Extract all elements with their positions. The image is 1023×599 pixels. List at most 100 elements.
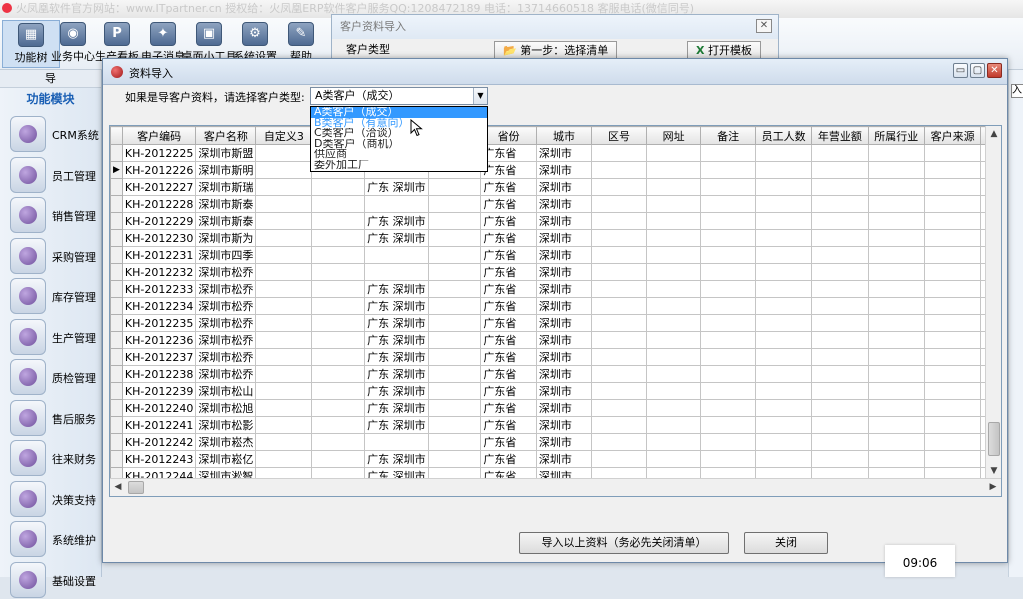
table-cell[interactable] — [700, 144, 756, 162]
table-cell[interactable]: 广东省 — [480, 212, 537, 230]
table-cell[interactable] — [591, 212, 647, 230]
module-item[interactable]: 基础设置 — [8, 561, 100, 599]
table-cell[interactable] — [311, 382, 366, 400]
table-cell[interactable] — [591, 348, 647, 366]
table-cell[interactable]: 深圳市崧杰 — [195, 433, 257, 451]
table-cell[interactable] — [923, 365, 982, 383]
table-cell[interactable] — [811, 382, 869, 400]
module-item[interactable]: 系统维护 — [8, 520, 100, 558]
table-cell[interactable]: 深圳市崧亿 — [195, 450, 257, 468]
table-cell[interactable]: 深圳市松乔 — [195, 314, 257, 332]
vertical-scrollbar[interactable]: ▲ ▼ — [985, 126, 1001, 479]
table-cell[interactable] — [754, 416, 813, 434]
dialog-title-bar[interactable]: 资料导入 ▭ ▢ ✕ — [103, 59, 1007, 85]
table-cell[interactable]: KH-2012226 — [121, 161, 197, 179]
table-row[interactable]: KH-2012241 深圳市松影 广东 深圳市 广东省 深圳市 — [110, 416, 1001, 434]
table-cell[interactable]: 广东 深圳市 — [364, 382, 429, 400]
table-cell[interactable] — [255, 399, 313, 417]
table-cell[interactable] — [311, 433, 366, 451]
table-cell[interactable] — [645, 450, 702, 468]
table-cell[interactable] — [754, 246, 813, 264]
table-cell[interactable] — [867, 280, 925, 298]
table-cell[interactable]: 广东 深圳市 — [364, 314, 429, 332]
table-cell[interactable]: 广东省 — [480, 161, 537, 179]
table-cell[interactable] — [591, 433, 647, 451]
table-cell[interactable] — [923, 246, 982, 264]
table-cell[interactable] — [811, 212, 869, 230]
table-cell[interactable] — [923, 229, 982, 247]
scroll-up-icon[interactable]: ▲ — [986, 126, 1001, 142]
table-cell[interactable]: 广东 深圳市 — [364, 416, 429, 434]
table-cell[interactable] — [311, 331, 366, 349]
table-cell[interactable] — [754, 348, 813, 366]
table-row[interactable]: KH-2012243 深圳市崧亿 广东 深圳市 广东省 深圳市 — [110, 450, 1001, 468]
table-cell[interactable]: KH-2012242 — [121, 433, 197, 451]
table-cell[interactable] — [591, 178, 647, 196]
table-cell[interactable] — [311, 195, 366, 213]
customer-type-option[interactable]: C类客户（洽谈） — [311, 128, 487, 139]
row-header[interactable] — [110, 280, 123, 298]
table-cell[interactable]: 深圳市 — [535, 433, 593, 451]
background-window-close-icon[interactable]: ✕ — [756, 19, 772, 33]
table-cell[interactable] — [867, 433, 925, 451]
table-cell[interactable] — [700, 212, 756, 230]
left-panel-head[interactable]: 导 — [0, 70, 101, 88]
table-cell[interactable]: 广东 深圳市 — [364, 399, 429, 417]
table-cell[interactable] — [700, 450, 756, 468]
table-cell[interactable] — [867, 229, 925, 247]
table-cell[interactable] — [754, 365, 813, 383]
module-item[interactable]: 员工管理 — [8, 156, 100, 194]
table-cell[interactable] — [645, 433, 702, 451]
background-import-button-edge[interactable]: 入 — [1011, 84, 1023, 98]
table-cell[interactable] — [923, 433, 982, 451]
table-cell[interactable] — [255, 433, 313, 451]
table-cell[interactable] — [867, 246, 925, 264]
table-cell[interactable]: 深圳市斯盟 — [195, 144, 257, 162]
table-row[interactable]: KH-2012235 深圳市松乔 广东 深圳市 广东省 深圳市 — [110, 314, 1001, 332]
table-cell[interactable] — [923, 348, 982, 366]
table-cell[interactable]: KH-2012234 — [121, 297, 197, 315]
table-cell[interactable] — [427, 314, 482, 332]
table-cell[interactable] — [591, 416, 647, 434]
table-cell[interactable] — [255, 178, 313, 196]
table-cell[interactable] — [645, 280, 702, 298]
column-header[interactable]: 省份 — [480, 126, 537, 145]
table-cell[interactable]: 广东 深圳市 — [364, 331, 429, 349]
row-header[interactable] — [110, 246, 123, 264]
table-cell[interactable] — [754, 195, 813, 213]
table-cell[interactable] — [811, 229, 869, 247]
table-cell[interactable] — [867, 399, 925, 417]
table-cell[interactable]: KH-2012239 — [121, 382, 197, 400]
table-cell[interactable]: 深圳市 — [535, 246, 593, 264]
table-cell[interactable]: 广东省 — [480, 450, 537, 468]
grid-corner[interactable] — [110, 126, 123, 145]
table-row[interactable]: KH-2012227 深圳市斯瑞 广东 深圳市 广东省 深圳市 — [110, 178, 1001, 196]
table-cell[interactable] — [754, 229, 813, 247]
customer-type-option[interactable]: B类客户（有意向） — [311, 118, 487, 129]
table-cell[interactable]: 广东省 — [480, 416, 537, 434]
column-header[interactable]: 区号 — [591, 126, 647, 145]
table-cell[interactable]: 深圳市斯泰 — [195, 212, 257, 230]
module-item[interactable]: 售后服务 — [8, 399, 100, 437]
table-cell[interactable]: 深圳市 — [535, 212, 593, 230]
customer-type-option[interactable]: D类客户（商机） — [311, 139, 487, 150]
table-cell[interactable]: 深圳市 — [535, 144, 593, 162]
module-item[interactable]: 生产管理 — [8, 318, 100, 356]
table-cell[interactable] — [811, 297, 869, 315]
table-row[interactable]: KH-2012238 深圳市松乔 广东 深圳市 广东省 深圳市 — [110, 365, 1001, 383]
table-cell[interactable] — [311, 178, 366, 196]
table-cell[interactable]: KH-2012236 — [121, 331, 197, 349]
table-cell[interactable] — [255, 246, 313, 264]
table-cell[interactable]: 深圳市斯明 — [195, 161, 257, 179]
row-header[interactable] — [110, 178, 123, 196]
table-cell[interactable] — [427, 450, 482, 468]
table-cell[interactable] — [645, 297, 702, 315]
row-header[interactable] — [110, 229, 123, 247]
table-cell[interactable] — [923, 263, 982, 281]
table-cell[interactable] — [311, 365, 366, 383]
table-cell[interactable] — [811, 450, 869, 468]
table-cell[interactable] — [591, 365, 647, 383]
table-cell[interactable] — [255, 195, 313, 213]
table-cell[interactable] — [700, 382, 756, 400]
table-cell[interactable] — [591, 144, 647, 162]
